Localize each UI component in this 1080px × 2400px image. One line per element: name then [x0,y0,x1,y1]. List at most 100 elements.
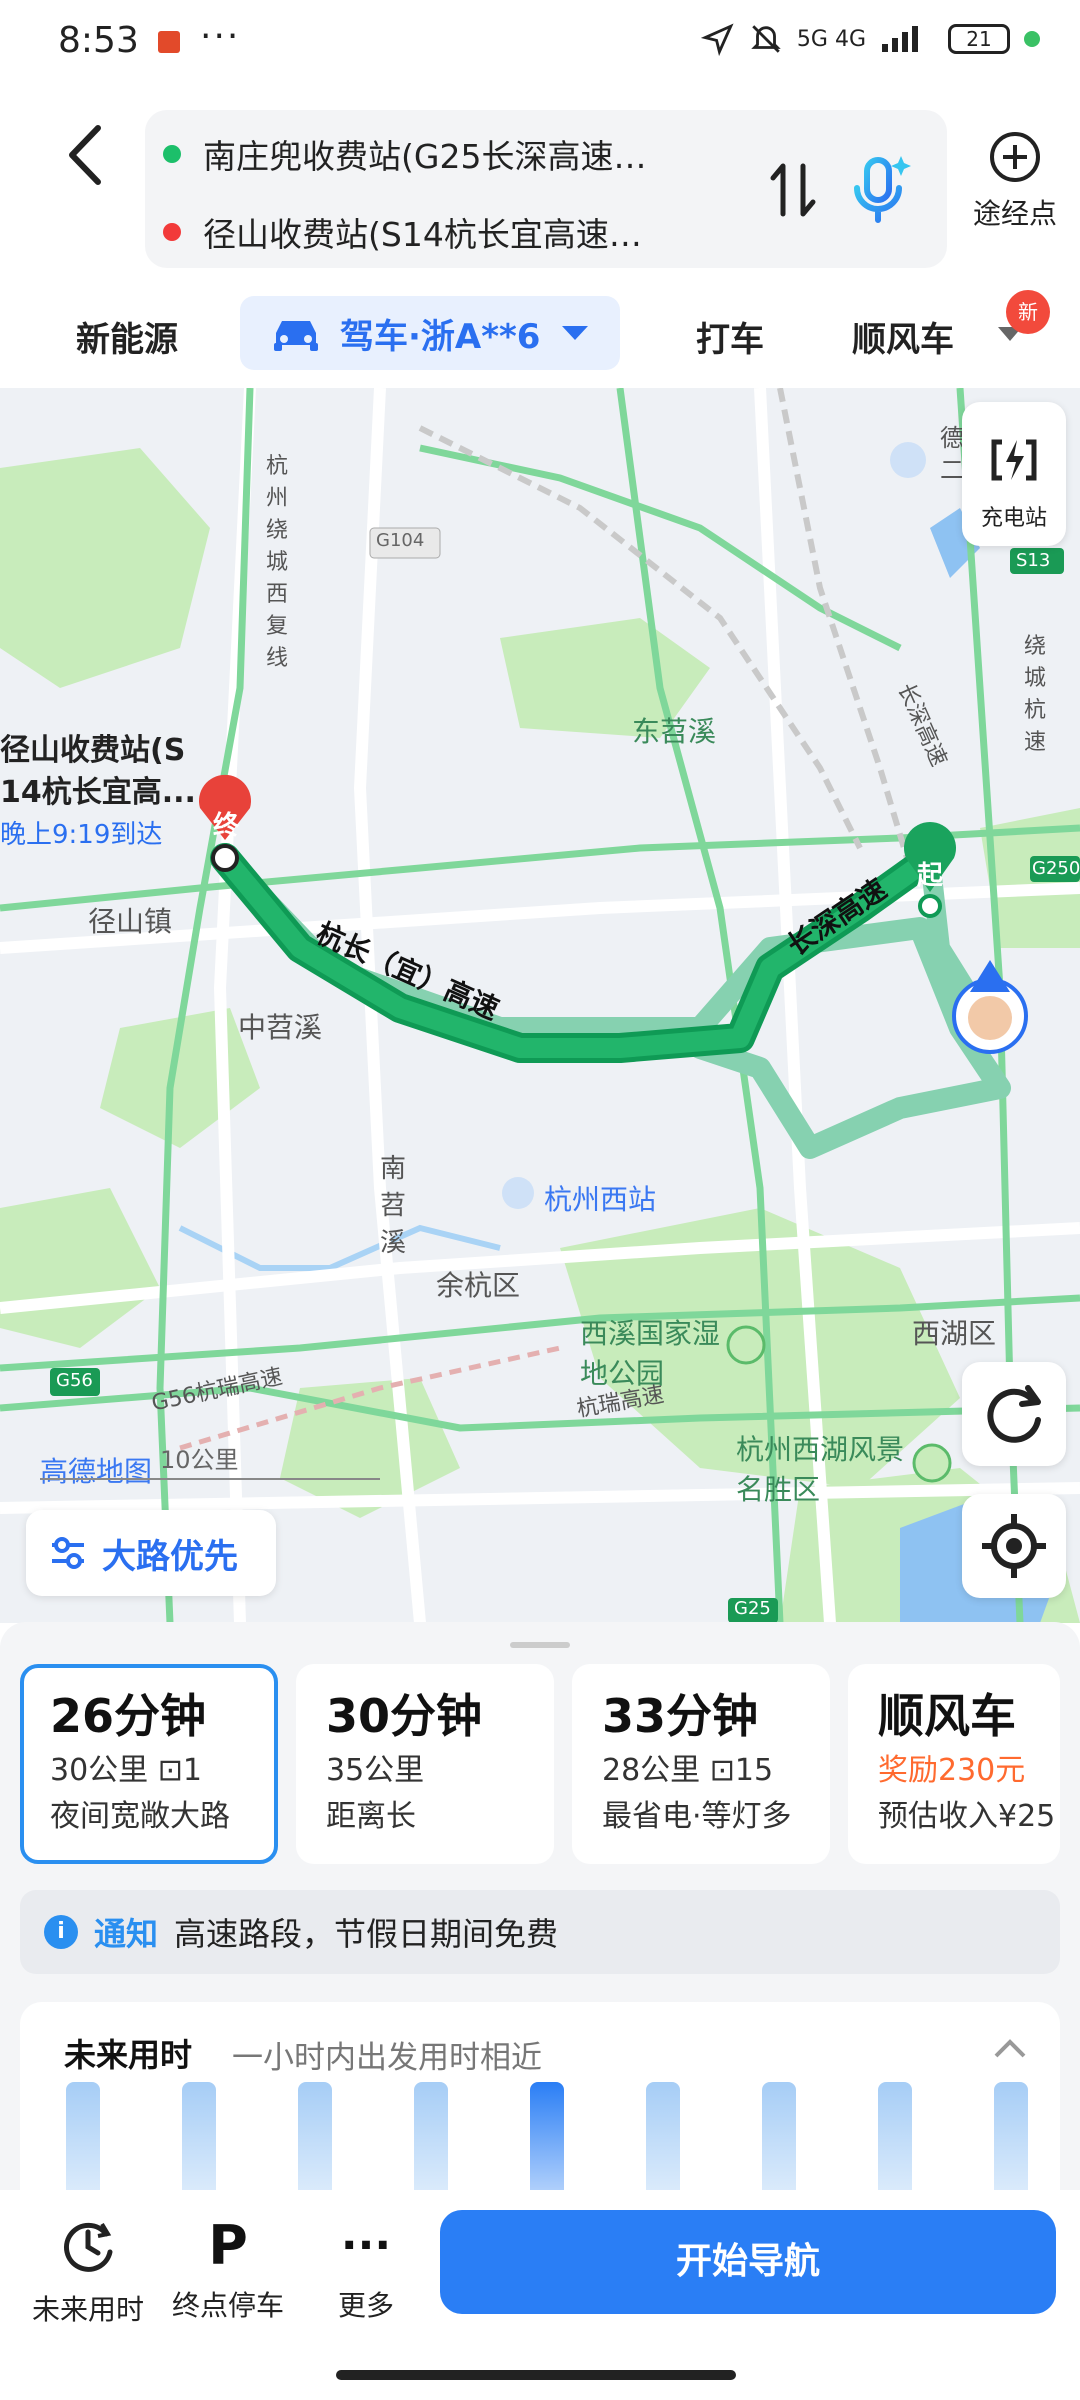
location-icon [700,23,734,56]
route-card-2[interactable]: 30分钟 35公里 距离长 [296,1664,554,1864]
amap-logo: 高德地图 [40,1455,153,1488]
route-distance: 35公里 [326,1753,425,1788]
map-label-west-lake: 杭州西湖风景名胜区 [736,1433,905,1506]
route-card-3[interactable]: 33分钟 28公里 ⊡15 最省电·等灯多 [572,1664,830,1864]
route-time: 30分钟 [326,1689,483,1743]
end-marker-label: 终 [213,811,240,841]
start-marker-label: 起 [917,861,944,891]
parking-label: 终点停车 [171,2289,284,2322]
carpool-income: 预估收入¥25 [878,1799,1056,1834]
new-badge: 新 [1006,290,1050,334]
arrive-time: 晚上9:19到达 [0,820,163,850]
locate-icon [982,1514,1046,1578]
status-more-icon: ··· [200,16,241,57]
caret-down-icon [562,326,589,340]
app-notification-icon [158,31,180,53]
more-label: 更多 [337,2289,394,2322]
notice-tag: 通知 [94,1915,159,1953]
charging-icon [991,439,1037,481]
more-button[interactable]: ··· 更多 [296,2216,436,2324]
status-icons: 5G 4G 21 [700,22,1040,56]
map-scale-line [40,1478,380,1480]
route-desc: 最省电·等灯多 [602,1799,792,1834]
map-view[interactable]: 径山镇 中苕溪 东苕溪 杭州西站 余杭区 西溪国家湿地公园 西湖区 杭州西湖风景… [0,388,1080,1623]
carpool-title: 顺风车 [878,1689,1016,1743]
battery-icon: 21 [948,24,1010,54]
tab-drive[interactable]: 驾车·浙A**6 [240,296,620,370]
route-distance: 30公里 [50,1753,149,1788]
home-indicator[interactable] [336,2370,736,2380]
refresh-button[interactable] [962,1362,1066,1466]
route-card-1[interactable]: 26分钟 30公里 ⊡1 夜间宽敞大路 [20,1664,278,1864]
drag-handle[interactable] [510,1642,570,1648]
map-label-de: 德 [940,424,964,452]
privacy-dot-icon [1024,31,1040,47]
waypoint-label: 途经点 [972,197,1057,230]
chevron-up-icon[interactable] [990,2032,1030,2062]
origin-dot-icon [163,145,181,163]
map-label-er: 二 [940,456,964,484]
charge-station-label: 充电站 [980,506,1047,531]
map-label-yuhang: 余杭区 [436,1269,521,1302]
map-shield-g104: G104 [376,530,425,551]
refresh-icon [987,1385,1041,1443]
parking-icon: P [208,2214,248,2277]
destination-callout[interactable]: 径山收费站(S 14杭长宜高... 晚上9:19到达 [0,730,196,851]
add-waypoint-button[interactable]: 途经点 [960,130,1070,232]
charge-station-button[interactable]: 充电站 [962,402,1066,546]
tab-taxi[interactable]: 打车 [696,312,764,361]
road-preference-label: 大路优先 [102,1536,238,1577]
map-shield-g250: G250 [1032,858,1080,879]
info-icon: i [44,1915,78,1949]
route-lights: 1 [182,1753,202,1788]
network-label: 5G 4G [796,26,866,52]
destination-text: 径山收费站(S14杭长宜高速… [203,215,642,254]
parking-button[interactable]: P 终点停车 [158,2216,298,2324]
tab-carpool[interactable]: 顺风车 [852,312,954,361]
mode-tabs: 新能源 驾车·浙A**6 打车 顺风车 [0,290,1080,390]
locate-button[interactable] [962,1494,1066,1598]
mute-icon [751,25,781,53]
voice-mic-icon[interactable] [845,150,915,230]
future-time-section[interactable]: 未来用时 一小时内出发用时相近 [20,2002,1060,2222]
road-preference-button[interactable]: 大路优先 [26,1510,276,1596]
map-label-ring-west: 杭州绕城西复线 [266,454,289,671]
tab-new-energy[interactable]: 新能源 [76,312,178,361]
map-shield-s13: S13 [1016,550,1051,571]
traffic-light-icon: ⊡ [709,1753,735,1788]
map-label-zhongtiaoxi: 中苕溪 [238,1011,323,1044]
origin-text: 南庄兜收费站(G25长深高速… [203,137,647,176]
status-time: 8:53 [58,20,139,61]
dest-name-line1: 径山收费站(S [0,733,186,768]
route-input-box[interactable]: 南庄兜收费站(G25长深高速… 径山收费站(S14杭长宜高速… [145,110,947,268]
clock-icon [64,2222,113,2272]
map-canvas [0,388,1080,1623]
future-time-button[interactable]: 未来用时 [18,2216,158,2328]
car-icon [274,321,318,351]
route-distance: 28公里 [602,1753,701,1788]
drive-label: 驾车·浙A**6 [340,316,541,357]
carpool-reward: 奖励230元 [878,1753,1026,1788]
carpool-card[interactable]: 顺风车 奖励230元 预估收入¥25 [848,1664,1060,1864]
map-shield-g25: G25 [734,1598,771,1619]
dest-name-line2: 14杭长宜高... [0,775,196,810]
route-desc: 夜间宽敞大路 [50,1799,230,1834]
status-bar: 8:53 ··· 5G 4G 21 [0,0,1080,92]
route-time: 33分钟 [602,1689,759,1743]
start-navigation-button[interactable]: 开始导航 [440,2210,1056,2314]
bottom-bar: 未来用时 P 终点停车 ··· 更多 开始导航 [0,2190,1080,2400]
origin-field[interactable]: 南庄兜收费站(G25长深高速… [163,130,646,178]
swap-icon[interactable] [767,160,819,220]
map-scale: 10公里 [160,1446,239,1474]
future-title: 未来用时 [64,2036,193,2074]
map-label-nantiaoxi: 南苕溪 [380,1154,407,1258]
route-desc: 距离长 [326,1799,416,1834]
notice-bar[interactable]: i 通知 高速路段，节假日期间免费 [20,1890,1060,1974]
route-time: 26分钟 [50,1689,207,1743]
back-icon[interactable] [62,120,112,190]
signal-icon [882,26,918,52]
destination-field[interactable]: 径山收费站(S14杭长宜高速… [163,208,642,256]
settings-sliders-icon [52,1537,84,1569]
destination-dot-icon [163,223,181,241]
map-label-west-station: 杭州西站 [544,1183,657,1216]
